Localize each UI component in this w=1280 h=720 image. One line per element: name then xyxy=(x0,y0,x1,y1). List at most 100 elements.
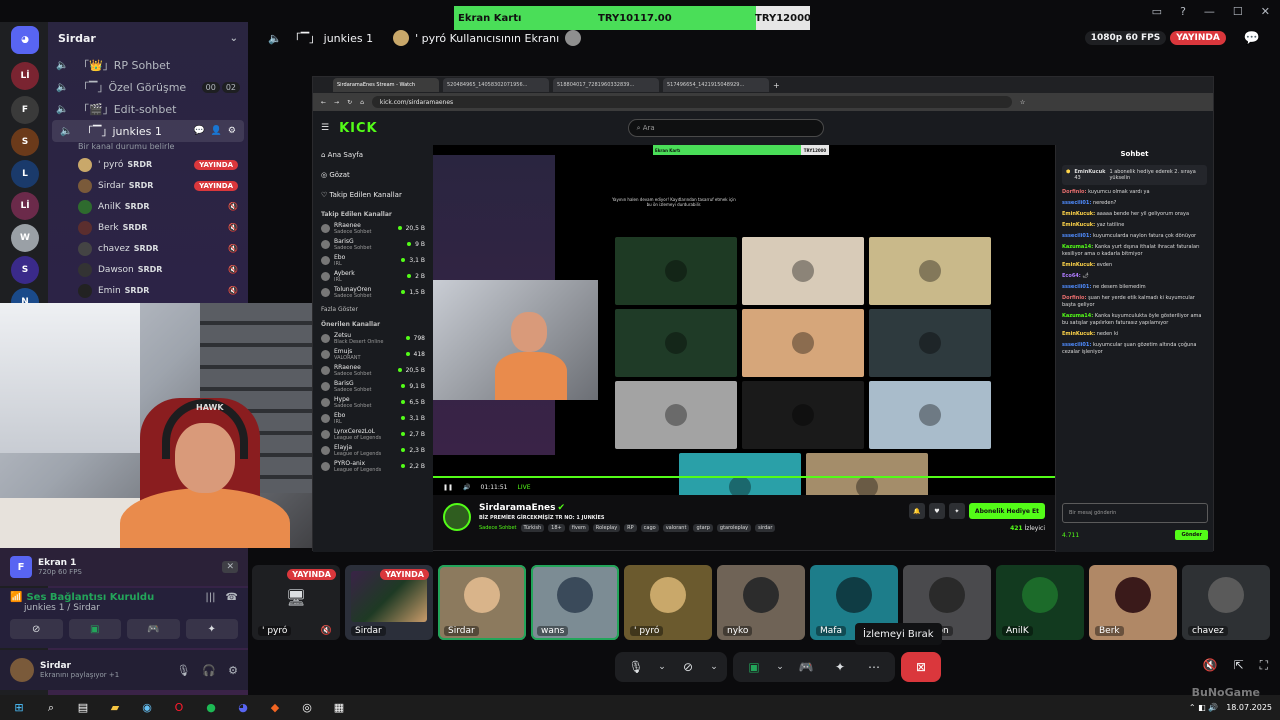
headphones-icon[interactable]: 🎧 xyxy=(202,664,216,677)
channel-list-item[interactable]: Ebo IRL 3,1 B xyxy=(313,410,433,426)
microphone-icon[interactable]: 🎙 xyxy=(176,664,190,677)
channel-list-item[interactable]: Hype Sadece Sohbet 6,5 B xyxy=(313,394,433,410)
minimize-button[interactable]: — xyxy=(1204,5,1215,18)
back-icon[interactable]: ← xyxy=(321,99,326,106)
star-icon[interactable]: ☆ xyxy=(1020,99,1025,106)
browser-tab[interactable]: SirdaramaEnes Stream - Watch xyxy=(333,78,439,92)
disconnect-icon[interactable]: ☎ xyxy=(226,592,238,603)
voice-user[interactable]: Emin SRDR 🔇 xyxy=(48,280,248,301)
participant-tile[interactable]: chavez xyxy=(1182,565,1270,640)
spotify-icon[interactable]: ● xyxy=(200,699,222,717)
participant-tile[interactable]: Berk xyxy=(1089,565,1177,640)
nav-following[interactable]: ♡ Takip Edilen Kanallar xyxy=(313,185,433,205)
camera-off-button[interactable]: ⊘ xyxy=(10,619,63,639)
maximize-button[interactable]: ☐ xyxy=(1233,5,1243,18)
voice-user[interactable]: Sirdar SRDR YAYINDA xyxy=(48,175,248,196)
search-icon[interactable]: ⌕ xyxy=(40,699,62,717)
chevron-down-icon[interactable]: ⌄ xyxy=(707,652,721,682)
stream-tag[interactable]: fivem xyxy=(568,524,589,532)
channel-status[interactable]: Bir kanal durumu belirle xyxy=(48,142,248,154)
voice-user[interactable]: Dawson SRDR 🔇 xyxy=(48,259,248,280)
server-icon[interactable]: S xyxy=(11,256,39,284)
discord-icon[interactable]: ◕ xyxy=(232,699,254,717)
avatar[interactable] xyxy=(10,658,34,682)
add-member-icon[interactable]: 👤 xyxy=(211,126,222,136)
stream-tag[interactable]: Türkish xyxy=(520,524,545,532)
pause-icon[interactable]: ❚❚ xyxy=(443,484,453,491)
stop-watching-button[interactable]: ⊠ xyxy=(901,652,941,682)
voice-user[interactable]: ' pyró SRDR YAYINDA xyxy=(48,154,248,175)
participant-tile[interactable]: 🖥 YAYINDA ' pyró 🔇 xyxy=(252,565,340,640)
voice-channel-junkies-1[interactable]: 🔈 「▔」 junkies 1 💬 👤 ⚙ xyxy=(52,120,244,142)
soundboard-button[interactable]: ✦ xyxy=(825,652,855,682)
heart-icon[interactable]: ♥ xyxy=(928,503,945,519)
voice-channel-ozel-gorusme[interactable]: 🔈 「▔」 Özel Görüşme 00 02 xyxy=(48,76,248,98)
popout-icon[interactable]: ⇱ xyxy=(1234,658,1244,673)
noise-icon[interactable]: ||| xyxy=(205,592,215,603)
chat-username[interactable]: Dorfinio: xyxy=(1062,295,1086,301)
search-input[interactable]: ⌕ Ara xyxy=(627,119,824,137)
stream-tag[interactable]: valorant xyxy=(662,524,690,532)
stream-tag[interactable]: sirdar xyxy=(755,524,776,532)
browser-tab[interactable]: 517496654_1421915048929... xyxy=(663,78,769,92)
channel-list-item[interactable]: BarisG Sadece Sohbet 9,1 B xyxy=(313,378,433,394)
volume-mute-icon[interactable]: 🔇 xyxy=(1203,658,1218,673)
activity-button[interactable]: 🎮 xyxy=(791,652,821,682)
server-icon-active[interactable]: S xyxy=(11,128,39,156)
chat-username[interactable]: EminKucuk: xyxy=(1062,262,1095,268)
windows-start-icon[interactable]: ⊞ xyxy=(8,699,30,717)
gear-icon[interactable]: ⚙ xyxy=(228,126,236,136)
menu-icon[interactable]: ☰ xyxy=(321,123,329,133)
stream-tag[interactable]: 18+ xyxy=(548,524,565,532)
game-launcher-icon[interactable]: ◆ xyxy=(264,699,286,717)
opera-icon[interactable]: O xyxy=(168,699,190,717)
nav-browse[interactable]: ◎ Gözat xyxy=(313,165,433,185)
nav-home[interactable]: ⌂ Ana Sayfa xyxy=(313,145,433,165)
stream-tag[interactable]: RP xyxy=(624,524,637,532)
camera-off-button[interactable]: ⊘ xyxy=(673,652,703,682)
participant-tile[interactable]: YAYINDA Sirdar xyxy=(345,565,433,640)
server-header[interactable]: Sirdar ⌄ xyxy=(48,22,248,54)
server-icon[interactable]: L xyxy=(11,160,39,188)
voice-status[interactable]: Ses Bağlantısı Kuruldu xyxy=(26,592,154,603)
volume-mute-icon[interactable]: 🔇 xyxy=(321,626,332,636)
send-button[interactable]: Gönder xyxy=(1175,530,1208,540)
gift-icon[interactable]: ✦ xyxy=(948,503,965,519)
voice-channel-edit-sohbet[interactable]: 🔈 「🎬」 Edit-sohbet xyxy=(48,98,248,120)
chat-username[interactable]: Eco64: xyxy=(1062,273,1081,279)
help-icon[interactable]: ? xyxy=(1180,5,1186,18)
avatar[interactable] xyxy=(443,503,471,531)
channel-list-item[interactable]: BarisG Sadece Sohbet 9 B xyxy=(313,236,433,252)
stream-tag[interactable]: Roleplay xyxy=(592,524,621,532)
url-field[interactable]: kick.com/sirdaramaenes xyxy=(371,96,1012,108)
voice-channel-rp-sohbet[interactable]: 🔈 「👑」 RP Sohbet xyxy=(48,54,248,76)
voice-user[interactable]: chavez SRDR 🔇 xyxy=(48,238,248,259)
channel-list-item[interactable]: PYRO-anix League of Legends 2,2 B xyxy=(313,458,433,474)
voice-channel-path[interactable]: junkies 1 / Sirdar xyxy=(24,603,238,613)
soundboard-button[interactable]: ✦ xyxy=(185,619,238,639)
participant-tile[interactable]: wans xyxy=(531,565,619,640)
browser-tab[interactable]: 520484965_14058302071956... xyxy=(443,78,549,92)
file-explorer-icon[interactable]: ▰ xyxy=(104,699,126,717)
chat-username[interactable]: EminKucuk: xyxy=(1062,331,1095,337)
steam-icon[interactable]: ◉ xyxy=(136,699,158,717)
app-icon[interactable]: ▦ xyxy=(328,699,350,717)
server-icon[interactable]: F xyxy=(11,96,39,124)
chat-username[interactable]: sssecili01: xyxy=(1062,200,1091,206)
stream-category[interactable]: Sadece Sohbet xyxy=(479,525,517,531)
mute-icon[interactable]: 🔊 xyxy=(463,484,470,491)
chat-username[interactable]: Dorfinio: xyxy=(1062,189,1086,195)
chat-username[interactable]: sssecili01: xyxy=(1062,342,1091,348)
browser-tab[interactable]: 518804017_7281960332839... xyxy=(553,78,659,92)
streamer-name[interactable]: SirdaramaEnes xyxy=(479,503,556,513)
channel-list-item[interactable]: RRaenee Sadece Sohbet 20,5 B xyxy=(313,362,433,378)
channel-list-item[interactable]: Ebo IRL 3,1 B xyxy=(313,252,433,268)
stop-share-icon[interactable]: ✕ xyxy=(222,561,238,573)
kick-logo[interactable]: KICK xyxy=(339,121,378,136)
task-view-icon[interactable]: ▤ xyxy=(72,699,94,717)
server-icon[interactable]: Lİ xyxy=(11,62,39,90)
obs-icon[interactable]: ◎ xyxy=(296,699,318,717)
chat-icon[interactable]: 💬 xyxy=(193,126,204,136)
chat-username[interactable]: EminKucuk: xyxy=(1062,211,1095,217)
participant-tile[interactable]: Sirdar xyxy=(438,565,526,640)
